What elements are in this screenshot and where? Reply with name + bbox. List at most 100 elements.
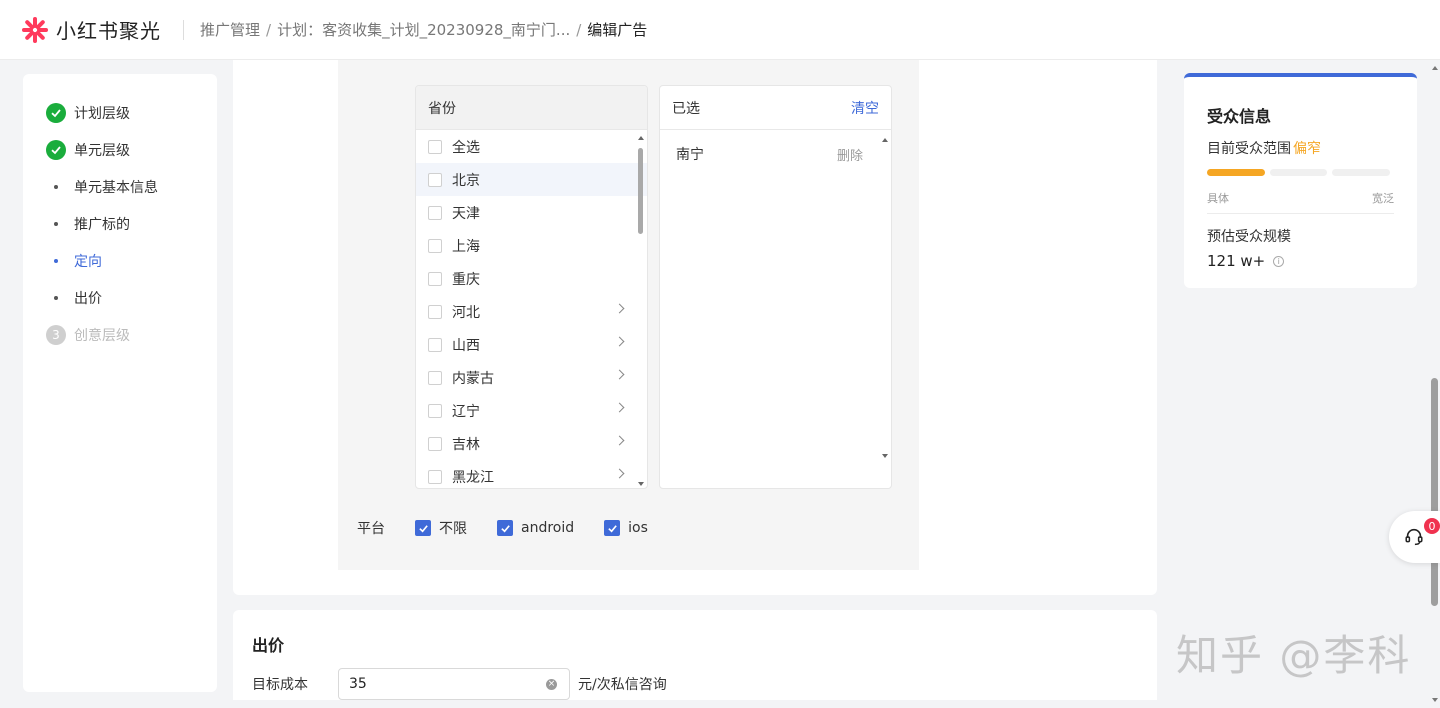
checkbox-unchecked-icon[interactable] xyxy=(428,271,442,286)
range-segment xyxy=(1207,169,1265,176)
province-row[interactable]: 河北 xyxy=(416,295,647,328)
range-end-specific: 具体 xyxy=(1207,192,1229,205)
platform-option-android[interactable]: android xyxy=(497,520,574,536)
checkbox-unchecked-icon[interactable] xyxy=(428,139,442,154)
chevron-right-icon[interactable] xyxy=(614,336,625,347)
platform-option-label: android xyxy=(521,520,575,536)
scroll-thumb[interactable] xyxy=(638,148,643,234)
nav-item-creative-level[interactable]: 3 创意层级 xyxy=(23,316,217,353)
selected-scrollbar[interactable] xyxy=(881,138,889,458)
checkbox-unchecked-icon[interactable] xyxy=(428,205,442,220)
province-row[interactable]: 黑龙江 xyxy=(416,460,647,488)
range-segment xyxy=(1332,169,1391,176)
notification-badge: 0 xyxy=(1424,518,1440,534)
province-scrollbar[interactable] xyxy=(637,136,645,486)
province-row[interactable]: 辽宁 xyxy=(416,394,647,427)
nav-item-unit-basic-info[interactable]: 单元基本信息 xyxy=(23,168,217,205)
chevron-right-icon[interactable] xyxy=(614,369,625,380)
bid-card: 出价 目标成本 35 × 元/次私信咨询 xyxy=(233,610,1157,700)
platform-option-any[interactable]: 不限 xyxy=(415,518,467,538)
checkbox-unchecked-icon[interactable] xyxy=(428,337,442,352)
selected-panel-title: 已选 xyxy=(672,100,700,117)
scroll-thumb[interactable] xyxy=(1431,378,1438,606)
breadcrumb-item-promotion[interactable]: 推广管理 xyxy=(200,19,260,40)
clear-all-button[interactable]: 清空 xyxy=(851,98,879,118)
breadcrumb-current: 编辑广告 xyxy=(587,21,648,39)
nav-item-promotion-target[interactable]: 推广标的 xyxy=(23,205,217,242)
scroll-up-icon[interactable] xyxy=(882,138,888,142)
bid-section-title: 出价 xyxy=(252,636,285,655)
checkbox-unchecked-icon[interactable] xyxy=(428,304,442,319)
headset-icon xyxy=(1404,528,1423,546)
target-cost-label: 目标成本 xyxy=(252,677,308,693)
target-cost-unit: 元/次私信咨询 xyxy=(578,677,667,693)
nav-item-label: 计划层级 xyxy=(74,105,130,122)
target-cost-input[interactable]: 35 × xyxy=(338,668,570,700)
chevron-right-icon[interactable] xyxy=(614,468,625,479)
selected-item: 南宁 删除 xyxy=(660,130,891,178)
checkbox-checked-icon[interactable] xyxy=(497,520,513,536)
nav-item-label: 出价 xyxy=(74,290,102,307)
range-segment xyxy=(1269,169,1328,176)
audience-range-ends: 具体 宽泛 xyxy=(1207,190,1394,206)
nav-item-unit-level[interactable]: 单元层级 xyxy=(23,131,217,168)
info-icon[interactable]: i xyxy=(1273,255,1285,267)
audience-info-card: 受众信息 目前受众范围 偏窄 具体 宽泛 预估受众规模 121 w+ i xyxy=(1184,73,1417,288)
province-row[interactable]: 内蒙古 xyxy=(416,361,647,394)
breadcrumb-item-plan[interactable]: 计划：客资收集_计划_20230928_南宁门... xyxy=(277,19,570,40)
page-scrollbar[interactable] xyxy=(1429,60,1440,708)
nav-item-label: 单元基本信息 xyxy=(74,179,158,196)
logo-icon xyxy=(20,15,50,45)
chevron-right-icon[interactable] xyxy=(614,303,625,314)
logo[interactable]: 小红书聚光 xyxy=(20,15,161,45)
nav-item-label: 定向 xyxy=(74,253,102,270)
chevron-right-icon[interactable] xyxy=(614,402,625,413)
province-panel-header: 省份 xyxy=(416,86,647,130)
province-row[interactable]: 上海 xyxy=(416,229,647,262)
checkbox-checked-icon[interactable] xyxy=(415,520,431,536)
audience-range-value: 偏窄 xyxy=(1293,141,1321,157)
scroll-down-icon[interactable] xyxy=(882,454,888,458)
province-panel: 省份 全选 北京天津上海 重庆 河北山西内蒙古辽宁 吉林黑龙江 xyxy=(415,85,648,489)
province-row[interactable]: 重庆 xyxy=(416,262,647,295)
nav-item-bid[interactable]: 出价 xyxy=(23,279,217,316)
checkbox-unchecked-icon[interactable] xyxy=(428,370,442,385)
scroll-down-icon[interactable] xyxy=(638,482,644,486)
province-row[interactable]: 天津 xyxy=(416,196,647,229)
top-header: 小红书聚光 推广管理 / 计划：客资收集_计划_20230928_南宁门... … xyxy=(0,0,1440,60)
platform-option-ios[interactable]: ios xyxy=(604,520,648,536)
province-label: 山西 xyxy=(452,337,480,354)
checkbox-unchecked-icon[interactable] xyxy=(428,172,442,187)
targeting-card: 省份 全选 北京 天津 上海 重庆 河北 山西 内蒙古 辽宁 吉林 黑龙江 已选 清空 南宁 删除 … xyxy=(233,60,1157,595)
clear-input-icon[interactable]: × xyxy=(546,679,557,690)
province-panel-title: 省份 xyxy=(428,100,456,117)
checkbox-unchecked-icon[interactable] xyxy=(428,436,442,451)
province-row[interactable]: 山西 xyxy=(416,328,647,361)
step-navigation: 计划层级 单元层级 单元基本信息 推广标的 定向 出价 3 创意层级 xyxy=(23,74,217,692)
checkbox-unchecked-icon[interactable] xyxy=(428,469,442,484)
province-row[interactable]: 吉林 xyxy=(416,427,647,460)
audience-estimate: 121 w+ i xyxy=(1207,252,1285,270)
watermark: 知乎 @李科 xyxy=(1176,631,1412,680)
checkbox-unchecked-icon[interactable] xyxy=(428,238,442,253)
target-cost-value: 35 xyxy=(349,676,367,692)
province-row[interactable]: 北京 xyxy=(416,163,647,196)
province-row[interactable]: 全选 xyxy=(416,130,647,163)
province-label: 黑龙江 xyxy=(452,469,494,486)
nav-item-plan-level[interactable]: 计划层级 xyxy=(23,94,217,131)
nav-item-targeting[interactable]: 定向 xyxy=(23,242,217,279)
dot-icon xyxy=(46,295,66,300)
scroll-up-icon[interactable] xyxy=(638,136,644,140)
delete-selected-button[interactable]: 删除 xyxy=(837,145,863,164)
province-label: 内蒙古 xyxy=(452,370,494,387)
platform-row: 平台 不限 android ios xyxy=(357,518,678,538)
chevron-right-icon[interactable] xyxy=(614,435,625,446)
checkbox-checked-icon[interactable] xyxy=(604,520,621,536)
audience-title: 受众信息 xyxy=(1207,107,1272,126)
audience-range: 目前受众范围 偏窄 xyxy=(1207,138,1321,158)
divider xyxy=(1207,213,1394,214)
checkbox-unchecked-icon[interactable] xyxy=(428,403,442,418)
province-label: 天津 xyxy=(452,205,480,222)
scroll-up-icon[interactable] xyxy=(1432,66,1438,70)
scroll-down-icon[interactable] xyxy=(1432,698,1438,702)
